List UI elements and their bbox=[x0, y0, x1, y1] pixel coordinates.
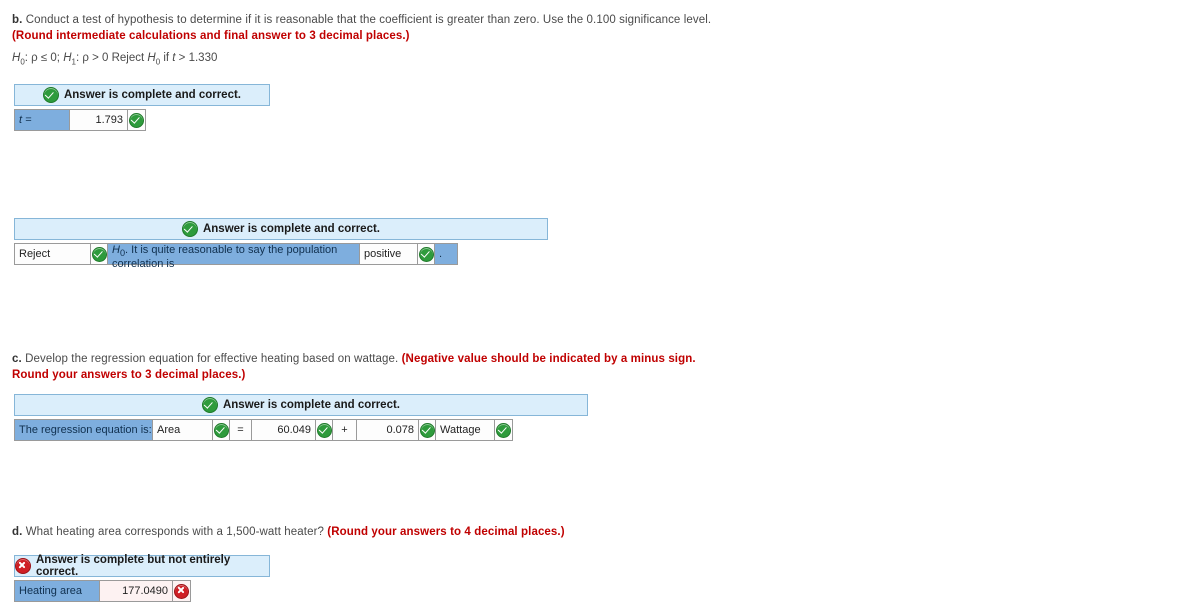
conclusion-statement: H0. It is quite reasonable to say the po… bbox=[108, 244, 360, 269]
t-value-input[interactable]: 1.793 bbox=[70, 110, 128, 130]
part-d-status-text: Answer is complete but not entirely corr… bbox=[36, 554, 231, 578]
part-c-answer-row: The regression equation is: Area = 60.04… bbox=[14, 419, 513, 441]
part-d-instruction: (Round your answers to 4 decimal places.… bbox=[327, 526, 565, 538]
hypothesis-if: if bbox=[160, 52, 173, 64]
direction-status-cell bbox=[418, 244, 435, 264]
check-circle-green-icon bbox=[201, 397, 218, 413]
part-d-answer-row: Heating area 177.0490 bbox=[14, 580, 191, 602]
equals-sign: = bbox=[237, 424, 244, 436]
check-circle-green-icon bbox=[419, 422, 435, 438]
t-value-label: t = bbox=[15, 110, 70, 130]
part-c-answer-block: Answer is complete and correct. The regr… bbox=[14, 394, 588, 441]
part-b-status-banner: Answer is complete and correct. bbox=[14, 84, 270, 106]
part-b-conclusion-status-banner: Answer is complete and correct. bbox=[14, 218, 548, 240]
x-circle-red-icon bbox=[174, 583, 189, 599]
slope-status-cell bbox=[419, 420, 436, 440]
t-value-status-cell bbox=[128, 110, 145, 130]
regression-equation-label-text: The regression equation is: bbox=[19, 424, 152, 436]
plus-sign: + bbox=[341, 424, 348, 436]
part-c-question: c. Develop the regression equation for e… bbox=[12, 351, 702, 383]
independent-variable-select[interactable]: Wattage bbox=[436, 420, 495, 440]
decision-select[interactable]: Reject bbox=[15, 244, 91, 264]
equals-sign-cell: = bbox=[230, 420, 252, 440]
direction-select[interactable]: positive bbox=[360, 244, 418, 264]
part-b-question-text: Conduct a test of hypothesis to determin… bbox=[22, 14, 712, 26]
part-c-status-banner: Answer is complete and correct. bbox=[14, 394, 588, 416]
part-c-lead: c. bbox=[12, 353, 22, 365]
check-circle-green-icon bbox=[316, 422, 332, 438]
part-d-status-banner: Answer is complete but not entirely corr… bbox=[14, 554, 270, 578]
intercept-input[interactable]: 60.049 bbox=[252, 420, 316, 440]
h1-rest: : ρ > 0 Reject bbox=[75, 52, 148, 64]
independent-variable-value: Wattage bbox=[440, 424, 481, 436]
part-b-lead: b. bbox=[12, 14, 23, 26]
intercept-value: 60.049 bbox=[277, 424, 311, 436]
check-circle-green-icon bbox=[129, 112, 144, 128]
part-d-question-text: What heating area corresponds with a 1,5… bbox=[22, 526, 328, 538]
h1-symbol: H bbox=[63, 52, 72, 64]
heating-area-value: 177.0490 bbox=[122, 585, 168, 597]
part-d-answer-block: Answer is complete but not entirely corr… bbox=[14, 554, 270, 602]
t-value-label-text: t = bbox=[19, 114, 32, 126]
decision-status-cell bbox=[91, 244, 108, 264]
h0b-symbol: H bbox=[147, 52, 156, 64]
part-b-answer-row: t = 1.793 bbox=[14, 109, 146, 131]
decision-value: Reject bbox=[19, 248, 51, 260]
part-b-hypothesis: H0: ρ ≤ 0; H1: ρ > 0 Reject H0 if t > 1.… bbox=[12, 52, 217, 66]
part-b-instruction: (Round intermediate calculations and fin… bbox=[12, 30, 410, 42]
t-value-text: 1.793 bbox=[95, 114, 123, 126]
part-b-status-text: Answer is complete and correct. bbox=[63, 89, 242, 101]
conclusion-period: . bbox=[439, 248, 443, 260]
dependent-variable-value: Area bbox=[157, 424, 181, 436]
check-circle-green-icon bbox=[496, 422, 511, 438]
slope-value: 0.078 bbox=[386, 424, 414, 436]
heating-area-input[interactable]: 177.0490 bbox=[100, 581, 173, 601]
regression-equation-label: The regression equation is: bbox=[15, 420, 153, 440]
h0-rest: : ρ ≤ 0; bbox=[24, 52, 64, 64]
part-b-question: b. Conduct a test of hypothesis to deter… bbox=[12, 12, 712, 44]
part-b-answer-block: Answer is complete and correct. t = 1.79… bbox=[14, 84, 270, 131]
part-c-status-text: Answer is complete and correct. bbox=[222, 399, 401, 411]
part-c-question-text: Develop the regression equation for effe… bbox=[21, 353, 402, 365]
part-b-conclusion-row: Reject H0. It is quite reasonable to say… bbox=[14, 243, 458, 269]
conclusion-period-cell: . bbox=[435, 244, 457, 264]
check-circle-green-icon bbox=[42, 87, 59, 103]
dependent-variable-select[interactable]: Area bbox=[153, 420, 213, 440]
heating-area-label: Heating area bbox=[15, 581, 100, 601]
check-circle-green-icon bbox=[91, 246, 107, 262]
check-circle-green-icon bbox=[213, 422, 229, 438]
statement-h-symbol: H bbox=[112, 244, 120, 256]
check-circle-green-icon bbox=[418, 246, 434, 262]
statement-text: . It is quite reasonable to say the popu… bbox=[112, 244, 338, 270]
part-d-question: d. What heating area corresponds with a … bbox=[12, 524, 712, 540]
dependent-variable-status-cell bbox=[213, 420, 230, 440]
x-circle-red-icon bbox=[15, 558, 31, 574]
heating-area-status-cell bbox=[173, 581, 190, 601]
intercept-status-cell bbox=[316, 420, 333, 440]
independent-variable-status-cell bbox=[495, 420, 512, 440]
heating-area-label-text: Heating area bbox=[19, 585, 82, 597]
hypothesis-critical-value: > 1.330 bbox=[175, 52, 218, 64]
check-circle-green-icon bbox=[181, 221, 198, 237]
plus-sign-cell: + bbox=[333, 420, 357, 440]
part-b-conclusion-status-text: Answer is complete and correct. bbox=[202, 223, 381, 235]
slope-input[interactable]: 0.078 bbox=[357, 420, 419, 440]
direction-value: positive bbox=[364, 248, 402, 260]
part-b-conclusion-block: Answer is complete and correct. Reject H… bbox=[14, 218, 548, 269]
part-d-lead: d. bbox=[12, 526, 23, 538]
